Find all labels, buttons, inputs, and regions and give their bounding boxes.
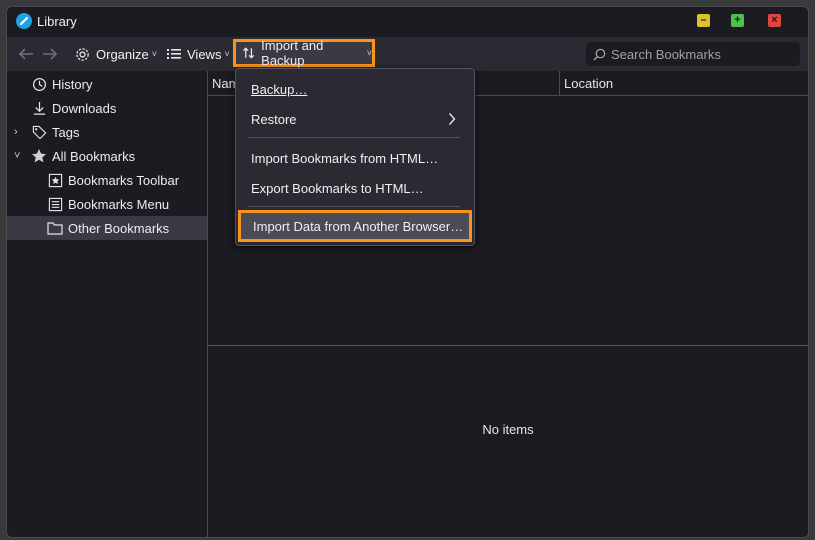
gear-icon	[76, 47, 89, 61]
sidebar-item-other-bookmarks[interactable]: Other Bookmarks	[7, 216, 207, 240]
sidebar-item-tags[interactable]: › Tags	[7, 120, 207, 144]
history-icon	[31, 76, 47, 92]
menu-item-restore[interactable]: Restore	[236, 105, 474, 133]
maximize-button[interactable]: +	[731, 14, 744, 27]
back-arrow-icon[interactable]	[17, 46, 35, 62]
bookmarks-menu-icon	[47, 196, 63, 212]
menu-item-label: Import Bookmarks from HTML…	[251, 150, 439, 166]
search-input[interactable]: Search Bookmarks	[586, 42, 800, 66]
menu-item-label: Restore	[251, 111, 297, 127]
menu-item-import-another-browser[interactable]: Import Data from Another Browser…	[238, 210, 472, 242]
sidebar: History Downloads › Tags ˅ All Bookmarks	[7, 71, 208, 537]
menu-separator	[248, 137, 460, 138]
sidebar-item-label: Downloads	[52, 100, 117, 116]
import-export-arrows-icon	[242, 47, 255, 59]
menu-item-import-html[interactable]: Import Bookmarks from HTML…	[236, 144, 474, 172]
sidebar-item-label: Bookmarks Menu	[68, 196, 170, 212]
column-divider[interactable]	[559, 71, 560, 95]
window-title: Library	[37, 14, 77, 29]
sidebar-item-history[interactable]: History	[7, 72, 207, 96]
minimize-button[interactable]: –	[697, 14, 710, 27]
star-icon	[31, 148, 47, 164]
toolbar: Organize ˅ Views ˅ Import and Backup ˅ S…	[7, 37, 808, 71]
import-and-backup-button[interactable]: Import and Backup ˅	[233, 38, 375, 68]
views-label: Views	[187, 46, 222, 62]
tag-icon	[31, 124, 47, 140]
chevron-down-icon: ˅	[366, 48, 372, 58]
sidebar-item-label: Tags	[52, 124, 80, 140]
title-bar: Library – + ×	[7, 7, 808, 37]
column-header-location[interactable]: Location	[564, 76, 613, 91]
search-icon	[593, 48, 606, 61]
chevron-down-icon: ˅	[151, 49, 158, 59]
sidebar-item-bookmarks-menu[interactable]: Bookmarks Menu	[7, 192, 207, 216]
sidebar-item-label: Bookmarks Toolbar	[68, 172, 180, 188]
forward-arrow-icon[interactable]	[41, 46, 59, 62]
empty-state-text: No items	[482, 422, 534, 437]
close-button[interactable]: ×	[768, 14, 781, 27]
views-button[interactable]: Views ˅	[167, 43, 230, 65]
list-view-icon	[167, 49, 181, 59]
menu-item-backup[interactable]: Backup…	[236, 75, 474, 103]
sidebar-item-downloads[interactable]: Downloads	[7, 96, 207, 120]
chevron-down-icon[interactable]: ˅	[14, 150, 20, 162]
app-logo-icon	[16, 13, 32, 29]
details-pane: No items	[208, 345, 808, 537]
folder-icon	[47, 220, 63, 236]
sidebar-item-label: History	[52, 76, 93, 92]
sidebar-item-label: All Bookmarks	[52, 148, 136, 164]
menu-item-label: Export Bookmarks to HTML…	[251, 180, 424, 196]
organize-label: Organize	[96, 46, 149, 62]
chevron-down-icon: ˅	[224, 49, 230, 59]
menu-item-label: Import Data from Another Browser…	[253, 218, 464, 234]
bookmarks-toolbar-icon	[47, 172, 63, 188]
import-and-backup-menu: Backup… Restore Import Bookmarks from HT…	[235, 68, 475, 246]
organize-button[interactable]: Organize ˅	[75, 43, 157, 65]
menu-separator	[248, 206, 460, 207]
download-icon	[31, 100, 47, 116]
sidebar-item-bookmarks-toolbar[interactable]: Bookmarks Toolbar	[7, 168, 207, 192]
menu-item-export-html[interactable]: Export Bookmarks to HTML…	[236, 174, 474, 202]
search-placeholder: Search Bookmarks	[611, 46, 721, 62]
chevron-right-icon	[448, 113, 456, 125]
import-and-backup-label: Import and Backup	[261, 38, 324, 68]
chevron-right-icon[interactable]: ›	[14, 126, 18, 138]
library-window: Library – + × Organize ˅ Views ˅ Import …	[6, 6, 809, 538]
sidebar-item-label: Other Bookmarks	[68, 220, 170, 236]
sidebar-item-all-bookmarks[interactable]: ˅ All Bookmarks	[7, 144, 207, 168]
menu-item-label: Backup…	[251, 81, 308, 97]
